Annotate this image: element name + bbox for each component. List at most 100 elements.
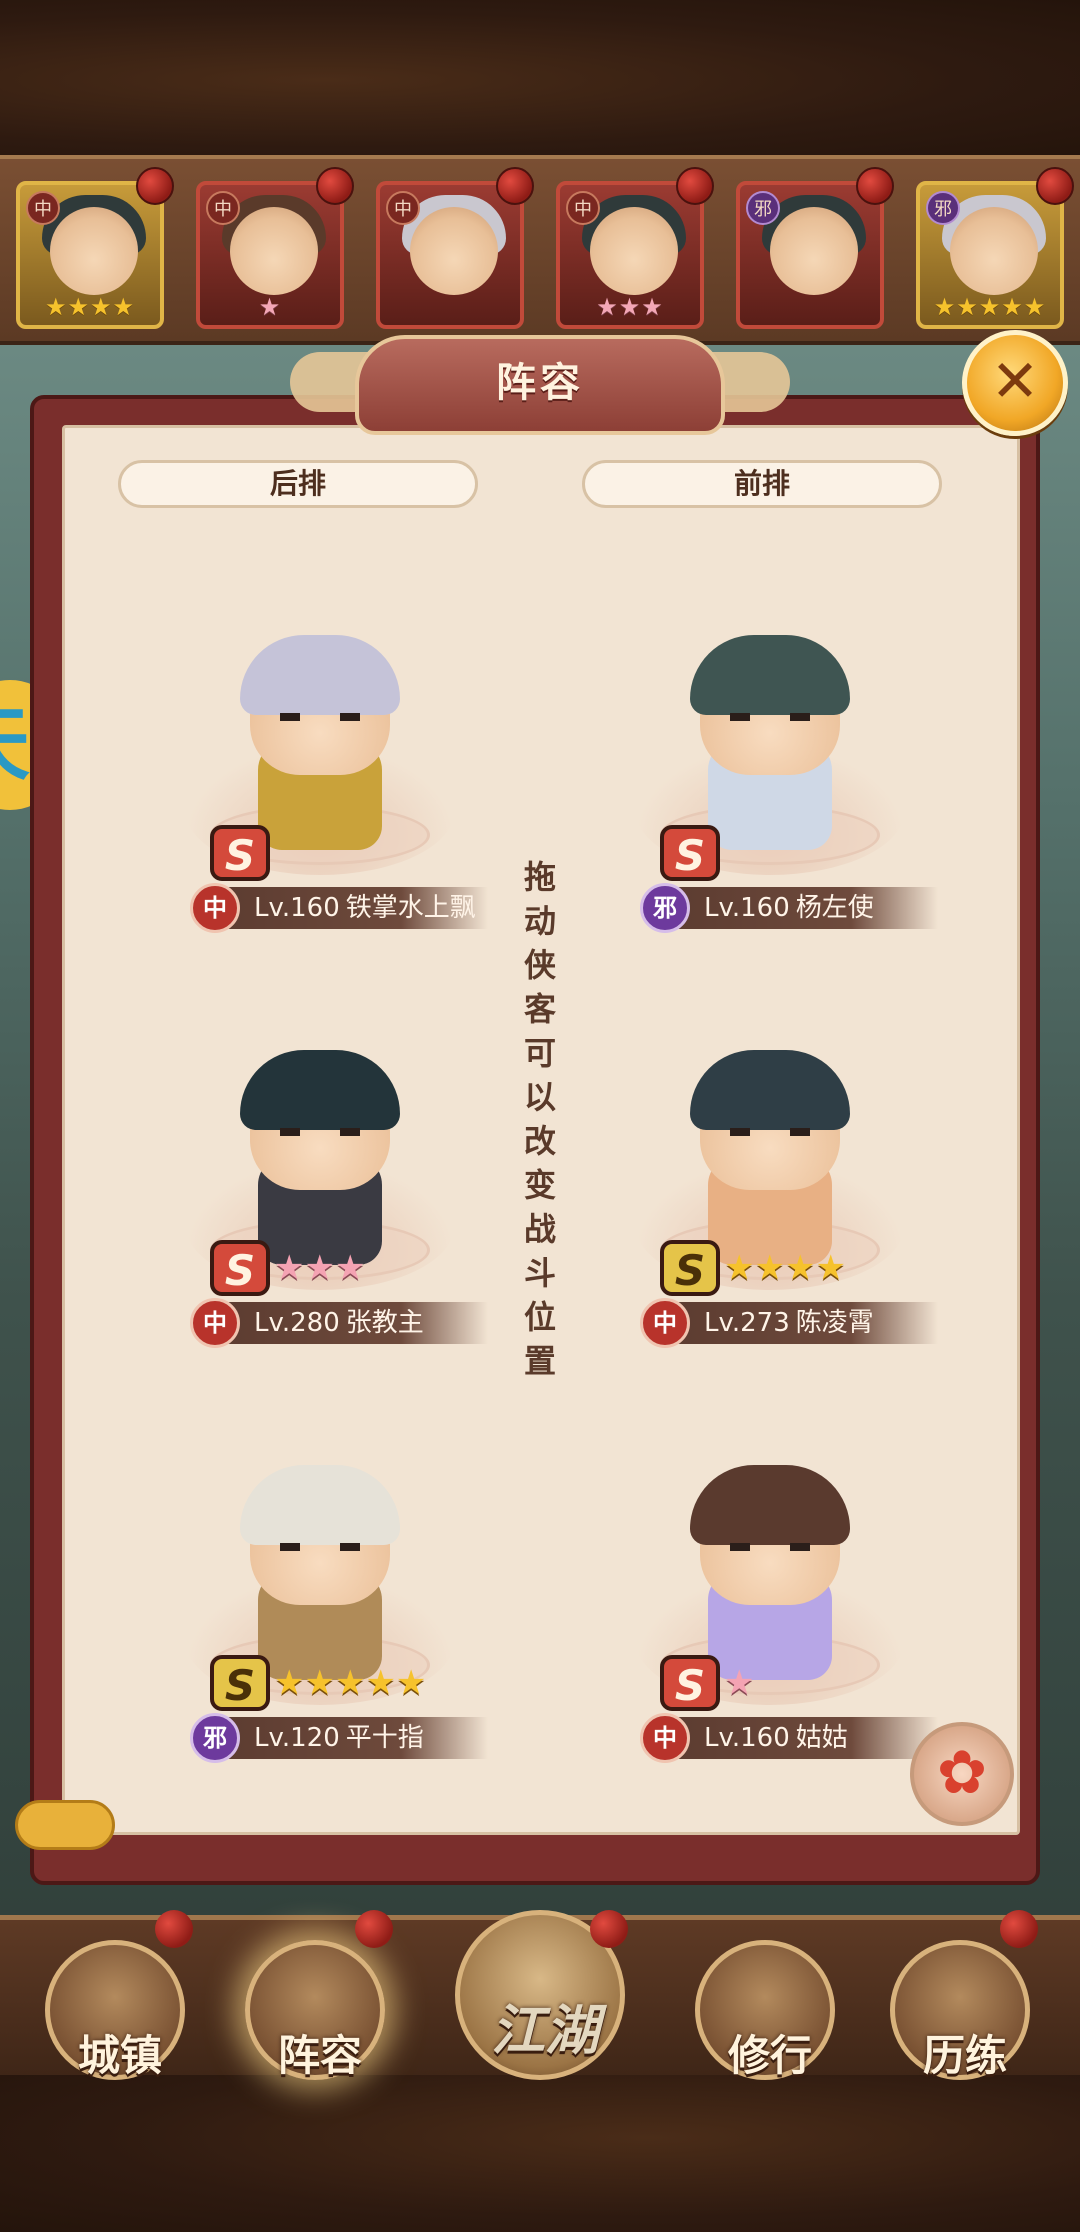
hero-portrait <box>590 207 678 295</box>
hero-eyes <box>730 713 810 721</box>
front-row-label: 前排 <box>582 460 942 508</box>
hero-name: 杨左使 <box>795 893 874 923</box>
hero-strip: 中 ★★★★ 中 ★ 中 中 ★★★ 邪 邪 ★★★★★ <box>0 155 1080 345</box>
rank-badge: S <box>210 825 270 881</box>
nav-label: 修行 <box>727 2031 812 2080</box>
back-row-label: 后排 <box>118 460 478 508</box>
hero-nameplate: Lv.273 陈凌霄 <box>648 1302 938 1344</box>
cloud-ornament-icon <box>15 1800 115 1850</box>
hero-level: Lv.120 <box>254 1723 340 1753</box>
nav-label: 江湖 <box>491 1999 599 2062</box>
hero-eyes <box>730 1543 810 1551</box>
star-rating: ★★★★ <box>44 293 136 321</box>
formation-slot[interactable]: S ★ Lv.160 姑姑 中 <box>600 1465 940 1765</box>
hero-name: 陈凌霄 <box>795 1308 874 1338</box>
hero-level: Lv.280 <box>254 1308 340 1338</box>
close-icon: ✕ <box>990 347 1040 415</box>
notification-dot <box>316 167 354 205</box>
notification-dot <box>590 1910 628 1948</box>
nav-training-button[interactable]: 修行 <box>695 1940 835 2080</box>
flower-icon[interactable]: ✿ <box>910 1722 1014 1826</box>
nav-town-button[interactable]: 城镇 <box>45 1940 185 2080</box>
notification-dot <box>355 1910 393 1948</box>
star-rating: ★★★★★ <box>274 1663 427 1703</box>
notification-dot <box>496 167 534 205</box>
notification-dot <box>155 1910 193 1948</box>
formation-slot[interactable]: S ★★★★★ Lv.120 平十指 邪 <box>150 1465 490 1765</box>
star-rating: ★ <box>258 293 282 321</box>
notification-dot <box>676 167 714 205</box>
faction-badge: 中 <box>640 1298 690 1348</box>
rank-badge: S <box>660 825 720 881</box>
hero-hair <box>240 1465 400 1545</box>
hero-hair <box>690 1050 850 1130</box>
nav-label: 阵容 <box>277 2031 362 2080</box>
rank-badge: S <box>660 1655 720 1711</box>
faction-badge: 中 <box>190 883 240 933</box>
hero-level: Lv.160 <box>704 893 790 923</box>
hero-name: 姑姑 <box>795 1723 848 1753</box>
hero-portrait <box>50 207 138 295</box>
hero-name: 平十指 <box>345 1723 424 1753</box>
hero-portrait <box>230 207 318 295</box>
close-button[interactable]: ✕ <box>962 330 1068 436</box>
hero-nameplate: Lv.160 铁掌水上飘 <box>198 887 488 929</box>
hero-level: Lv.160 <box>254 893 340 923</box>
hero-level: Lv.273 <box>704 1308 790 1338</box>
hero-eyes <box>280 1543 360 1551</box>
faction-badge: 中 <box>26 191 60 225</box>
hero-card[interactable]: 中 ★ <box>196 181 344 329</box>
faction-badge: 邪 <box>926 191 960 225</box>
hero-card[interactable]: 中 ★★★★ <box>16 181 164 329</box>
hero-nameplate: Lv.280 张教主 <box>198 1302 488 1344</box>
hero-card[interactable]: 中 ★★★ <box>556 181 704 329</box>
hero-hair <box>690 1465 850 1545</box>
hero-portrait <box>410 207 498 295</box>
faction-badge: 中 <box>206 191 240 225</box>
star-rating: ★★★★★ <box>933 293 1047 321</box>
notification-dot <box>1036 167 1074 205</box>
hero-eyes <box>730 1128 810 1136</box>
hero-nameplate: Lv.160 姑姑 <box>648 1717 938 1759</box>
nav-label: 城镇 <box>77 2031 162 2080</box>
faction-badge: 中 <box>190 1298 240 1348</box>
formation-slot[interactable]: S Lv.160 杨左使 邪 <box>600 635 940 935</box>
star-rating: ★★★ <box>274 1248 366 1288</box>
hero-level: Lv.160 <box>704 1723 790 1753</box>
nav-lineup-button[interactable]: 阵容 <box>245 1940 385 2080</box>
hero-name: 张教主 <box>345 1308 424 1338</box>
hero-card[interactable]: 中 <box>376 181 524 329</box>
star-rating: ★★★ <box>596 293 664 321</box>
notification-dot <box>1000 1910 1038 1948</box>
formation-slot[interactable]: S ★★★★ Lv.273 陈凌霄 中 <box>600 1050 940 1350</box>
hero-hair <box>240 1050 400 1130</box>
faction-badge: 中 <box>566 191 600 225</box>
faction-badge: 邪 <box>746 191 780 225</box>
hero-card[interactable]: 邪 ★★★★★ <box>916 181 1064 329</box>
faction-badge: 中 <box>386 191 420 225</box>
formation-slot[interactable]: S ★★★ Lv.280 张教主 中 <box>150 1050 490 1350</box>
hero-card[interactable]: 邪 <box>736 181 884 329</box>
formation-slot[interactable]: S Lv.160 铁掌水上飘 中 <box>150 635 490 935</box>
drag-hint: 拖动侠客可以改变战斗位置 <box>523 858 556 1380</box>
hero-portrait <box>950 207 1038 295</box>
top-background <box>0 0 1080 160</box>
star-rating: ★ <box>724 1663 755 1703</box>
faction-badge: 邪 <box>190 1713 240 1763</box>
bottom-background <box>0 2075 1080 2232</box>
hero-name: 铁掌水上飘 <box>345 893 476 923</box>
hero-eyes <box>280 1128 360 1136</box>
hero-nameplate: Lv.120 平十指 <box>198 1717 488 1759</box>
hero-portrait <box>770 207 858 295</box>
hero-hair <box>690 635 850 715</box>
nav-label: 历练 <box>922 2031 1007 2080</box>
dialog-title: 阵容 <box>355 335 725 435</box>
hero-hair <box>240 635 400 715</box>
faction-badge: 邪 <box>640 883 690 933</box>
hero-nameplate: Lv.160 杨左使 <box>648 887 938 929</box>
rank-badge: S <box>210 1655 270 1711</box>
nav-experience-button[interactable]: 历练 <box>890 1940 1030 2080</box>
rank-badge: S <box>660 1240 720 1296</box>
notification-dot <box>856 167 894 205</box>
hero-eyes <box>280 713 360 721</box>
